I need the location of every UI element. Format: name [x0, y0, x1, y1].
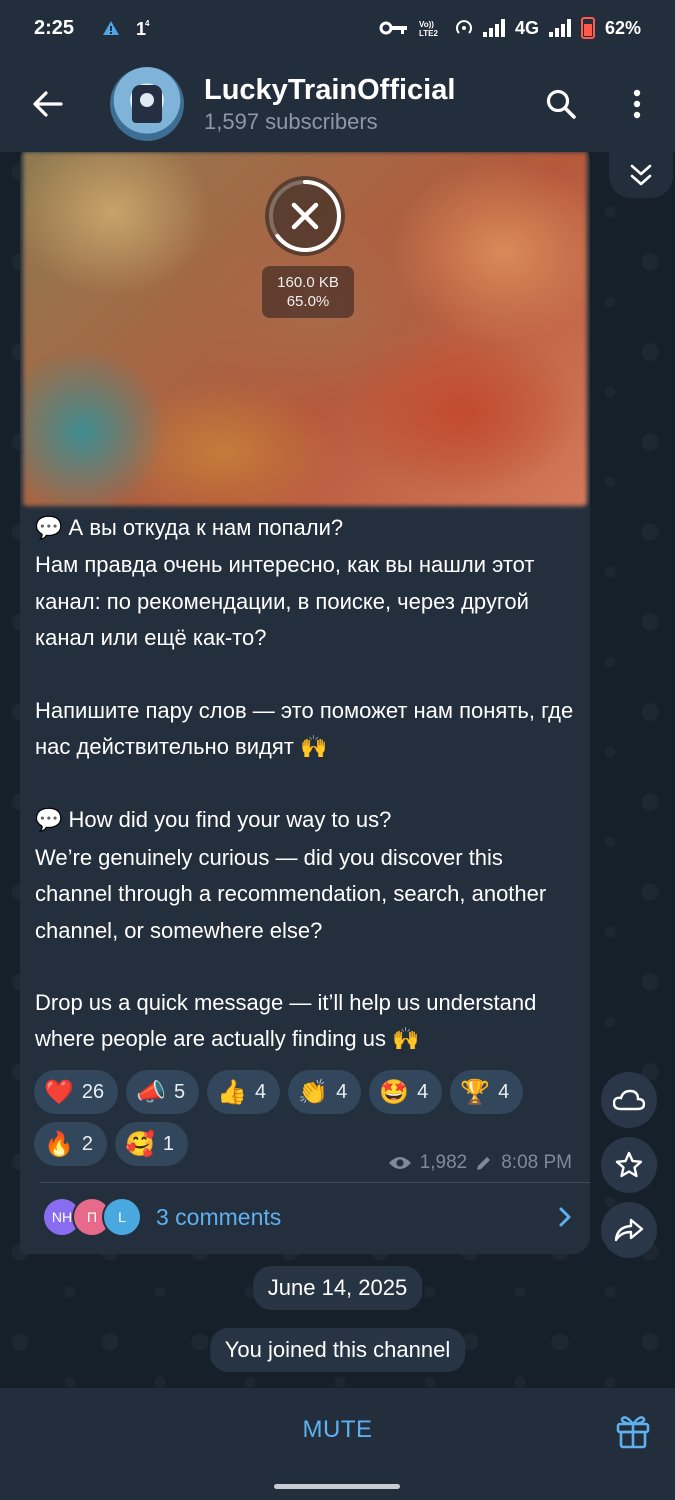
- svg-text:4: 4: [145, 19, 150, 28]
- system-nav-bar: [0, 1472, 675, 1500]
- save-to-cloud-button[interactable]: [601, 1072, 657, 1128]
- chevron-right-icon: [559, 1207, 571, 1227]
- cancel-download-button[interactable]: [265, 176, 345, 256]
- reaction-megaphone[interactable]: 📣 5: [126, 1070, 200, 1114]
- status-bar: 2:25 14 Vo)) LTE2 4G 62%: [0, 0, 675, 56]
- gift-button[interactable]: [613, 1410, 653, 1450]
- clapping-hands-icon: 👏: [298, 1078, 329, 1106]
- reaction-thumbs-up[interactable]: 👍 4: [207, 1070, 281, 1114]
- volte-icon: Vo))LTE2: [419, 20, 439, 38]
- raised-hands-emoji: 🙌: [299, 735, 328, 761]
- trophy-icon: 🏆: [460, 1078, 491, 1106]
- channel-post-bubble[interactable]: 160.0 KB 65.0% 💬 А вы откуда к нам попал…: [20, 152, 590, 1254]
- post-text: 💬 А вы откуда к нам попали? Нам правда о…: [35, 510, 575, 1059]
- download-info: 160.0 KB 65.0%: [262, 266, 354, 318]
- fire-icon: 🔥: [44, 1130, 74, 1158]
- arrow-left-icon: [33, 91, 63, 117]
- reaction-trophy[interactable]: 🏆 4: [450, 1070, 524, 1114]
- back-button[interactable]: [0, 56, 96, 152]
- status-time: 2:25: [34, 16, 75, 39]
- heart-icon: ❤️: [44, 1078, 74, 1106]
- chat-header: LuckyTrainOfficial 1,597 subscribers: [0, 56, 675, 152]
- thumbs-up-icon: 👍: [217, 1078, 248, 1106]
- double-chevron-down-icon: [630, 164, 652, 186]
- star-struck-icon: 🤩: [379, 1078, 410, 1106]
- reaction-heart[interactable]: ❤️ 26: [34, 1070, 119, 1114]
- more-options-button[interactable]: [599, 56, 675, 152]
- locomotive-icon: [132, 85, 162, 123]
- mute-button[interactable]: MUTE: [303, 1416, 373, 1444]
- post-paragraph: Напишите пару слов — это поможет нам пон…: [35, 697, 574, 761]
- signal-icon-2: [548, 19, 571, 37]
- gesture-handle[interactable]: [274, 1484, 400, 1489]
- commenter-avatar: L: [102, 1197, 142, 1237]
- comments-button[interactable]: NH П L 3 comments: [42, 1192, 572, 1242]
- eye-icon: [388, 1157, 411, 1169]
- view-count: 1,982: [419, 1152, 468, 1173]
- download-progress: 65.0%: [286, 293, 330, 310]
- bottom-bar: MUTE: [0, 1388, 675, 1472]
- date-separator: June 14, 2025: [252, 1266, 423, 1310]
- comments-divider: [40, 1182, 590, 1183]
- alert-triangle-icon: [103, 21, 120, 35]
- post-meta: 1,982 8:08 PM: [388, 1152, 572, 1174]
- channel-avatar[interactable]: [110, 67, 184, 141]
- scroll-down-button[interactable]: [609, 152, 673, 198]
- share-button[interactable]: [601, 1202, 657, 1258]
- battery-icon: [580, 17, 595, 39]
- post-time: 8:08 PM: [501, 1152, 572, 1173]
- reaction-hearts-face[interactable]: 🥰 1: [115, 1122, 189, 1166]
- speech-bubble-emoji: 💬: [35, 808, 63, 834]
- post-paragraph: 💬 How did you find your way to us?: [35, 807, 392, 834]
- download-size: 160.0 KB: [277, 274, 339, 291]
- post-paragraph: Drop us a quick message — it’ll help us …: [35, 990, 537, 1053]
- signal-icon: [482, 19, 505, 37]
- reaction-clap[interactable]: 👏 4: [288, 1070, 362, 1114]
- megaphone-icon: 📣: [136, 1078, 167, 1106]
- post-paragraph: We’re genuinely curious — did you discov…: [35, 844, 547, 943]
- subscriber-count: 1,597 subscribers: [204, 109, 378, 134]
- search-icon: [546, 89, 576, 119]
- joined-service-message: You joined this channel: [209, 1328, 466, 1372]
- channel-title-block[interactable]: LuckyTrainOfficial 1,597 subscribers: [204, 72, 455, 136]
- chat-area[interactable]: 160.0 KB 65.0% 💬 А вы откуда к нам попал…: [0, 152, 675, 1388]
- share-arrow-icon: [614, 1218, 644, 1242]
- svg-text:LTE2: LTE2: [419, 29, 439, 38]
- svg-text:Vo)): Vo)): [419, 20, 434, 29]
- hotspot-icon: [456, 20, 472, 34]
- key-icon: [379, 21, 407, 35]
- more-vertical-icon: [633, 89, 641, 119]
- gift-icon: [616, 1416, 650, 1449]
- speech-bubble-emoji: 💬: [35, 516, 63, 541]
- favorite-button[interactable]: [601, 1137, 657, 1193]
- one-notification-icon: 14: [136, 19, 150, 38]
- reaction-star-struck[interactable]: 🤩 4: [369, 1070, 443, 1114]
- close-icon: [269, 180, 341, 252]
- network-4g-icon: 4G: [514, 17, 539, 38]
- raised-hands-emoji: 🙌: [392, 1027, 420, 1053]
- smiling-face-hearts-icon: 🥰: [125, 1130, 155, 1158]
- comments-label: 3 comments: [156, 1203, 282, 1230]
- channel-name: LuckyTrainOfficial: [204, 74, 456, 106]
- star-icon: [615, 1151, 643, 1178]
- reaction-fire[interactable]: 🔥 2: [34, 1122, 108, 1166]
- post-paragraph: 💬 А вы откуда к нам попали?: [35, 515, 344, 541]
- post-paragraph: Нам правда очень интересно, как вы нашли…: [35, 552, 535, 651]
- cloud-icon: [613, 1089, 645, 1111]
- battery-percent: 62%: [604, 17, 641, 38]
- edited-pencil-icon: [477, 1157, 491, 1170]
- search-button[interactable]: [523, 56, 599, 152]
